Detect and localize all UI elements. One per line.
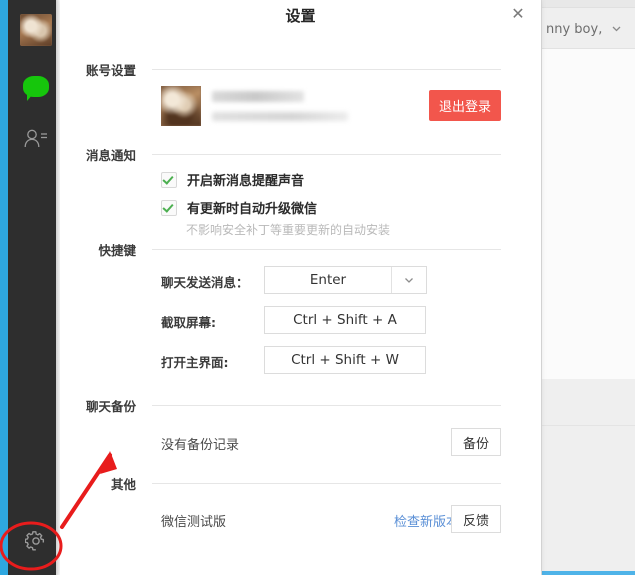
- section-other: 其他 微信测试版 检查新版本 反馈: [60, 474, 541, 533]
- close-icon[interactable]: ✕: [507, 2, 529, 24]
- sidebar-item-contacts[interactable]: [20, 125, 52, 157]
- backup-status: 没有备份记录: [161, 438, 240, 453]
- background-window: nny boy,: [541, 0, 635, 575]
- account-nickname-redacted: [212, 91, 304, 102]
- section-shortcuts: 快捷键 聊天发送消息： Enter 截取屏幕: Ctrl + Shift + A…: [60, 240, 541, 374]
- checkbox-icon: [161, 171, 177, 188]
- background-window-titlebar: [542, 0, 635, 8]
- other-row: 微信测试版 检查新版本 反馈: [60, 505, 541, 533]
- section-divider: [152, 405, 501, 406]
- shortcut-row-send-message: 聊天发送消息： Enter: [60, 266, 541, 294]
- screenshot-shortcut-input[interactable]: Ctrl + Shift + A: [264, 306, 426, 334]
- shortcut-label: 截取屏幕:: [161, 315, 216, 330]
- version-label: 微信测试版: [161, 515, 227, 530]
- shortcut-row-open-main: 打开主界面: Ctrl + Shift + W: [60, 346, 541, 374]
- checkbox-new-message-sound[interactable]: 开启新消息提醒声音: [161, 170, 304, 189]
- send-message-select[interactable]: Enter: [264, 266, 427, 294]
- section-divider: [152, 483, 501, 484]
- chat-bubble-icon: [23, 75, 49, 101]
- checkbox-label: 有更新时自动升级微信: [187, 202, 318, 217]
- check-update-link[interactable]: 检查新版本: [394, 511, 459, 530]
- chevron-down-icon[interactable]: [610, 20, 623, 39]
- page-title: 设置: [285, 7, 316, 25]
- shortcut-row-screenshot: 截取屏幕: Ctrl + Shift + A: [60, 306, 541, 334]
- backup-row: 没有备份记录 备份: [60, 428, 541, 456]
- background-divider-2: [542, 425, 635, 426]
- chevron-down-icon[interactable]: [391, 267, 426, 293]
- section-header-notifications: 消息通知: [60, 145, 541, 163]
- checkbox-icon: [161, 199, 177, 216]
- open-main-shortcut-input[interactable]: Ctrl + Shift + W: [264, 346, 426, 374]
- wechat-sidebar: [8, 0, 56, 575]
- select-value: Enter: [309, 272, 347, 288]
- sidebar-item-chat[interactable]: [20, 70, 52, 102]
- background-user-name: nny boy,: [546, 21, 603, 37]
- shortcut-label: 打开主界面:: [161, 355, 229, 370]
- background-bottom-accent: [542, 571, 635, 575]
- section-notifications: 消息通知 开启新消息提醒声音 有更新时自动升级微信 不影响安全补丁等重要更新的自…: [60, 145, 541, 237]
- avatar-image: [20, 14, 52, 46]
- section-account: 账号设置 退出登录: [60, 60, 541, 126]
- checkbox-label: 开启新消息提醒声音: [187, 174, 305, 189]
- account-row: 退出登录: [60, 86, 541, 130]
- background-content-panel: [542, 49, 635, 379]
- section-header-shortcuts: 快捷键: [60, 240, 541, 258]
- account-id-redacted: [212, 112, 348, 121]
- section-label-other: 其他: [110, 477, 136, 492]
- contacts-icon: [23, 127, 49, 155]
- logout-button[interactable]: 退出登录: [428, 90, 501, 121]
- section-divider: [152, 249, 501, 250]
- section-divider: [152, 154, 501, 155]
- screen: nny boy, 设置 ✕ 账号设置 退出登录 消息通知 开启新消息提醒声音 有…: [0, 0, 635, 575]
- section-divider: [152, 69, 501, 70]
- background-user-row: nny boy,: [542, 16, 635, 42]
- account-avatar[interactable]: [161, 86, 201, 126]
- checkbox-sublabel: 不影响安全补丁等重要更新的自动安装: [186, 223, 391, 237]
- section-label-backup: 聊天备份: [85, 399, 136, 414]
- backup-button[interactable]: 备份: [451, 428, 501, 456]
- sidebar-item-settings[interactable]: [20, 527, 52, 559]
- section-backup: 聊天备份 没有备份记录 备份: [60, 396, 541, 456]
- section-header-other: 其他: [60, 474, 541, 492]
- avatar[interactable]: [20, 14, 52, 46]
- section-header-account: 账号设置: [60, 60, 541, 78]
- settings-dialog: 设置 ✕ 账号设置 退出登录 消息通知 开启新消息提醒声音 有更新时自动升级微信…: [60, 0, 541, 575]
- section-label-notifications: 消息通知: [85, 148, 136, 163]
- section-label-shortcuts: 快捷键: [98, 243, 136, 258]
- gear-icon: [24, 530, 47, 556]
- section-header-backup: 聊天备份: [60, 396, 541, 414]
- checkbox-auto-update[interactable]: 有更新时自动升级微信: [161, 198, 317, 217]
- feedback-button[interactable]: 反馈: [451, 505, 501, 533]
- desktop-background-edge: [0, 0, 8, 575]
- account-avatar-image: [161, 86, 201, 126]
- shortcut-label: 聊天发送消息：: [161, 275, 249, 290]
- section-label-account: 账号设置: [85, 63, 136, 78]
